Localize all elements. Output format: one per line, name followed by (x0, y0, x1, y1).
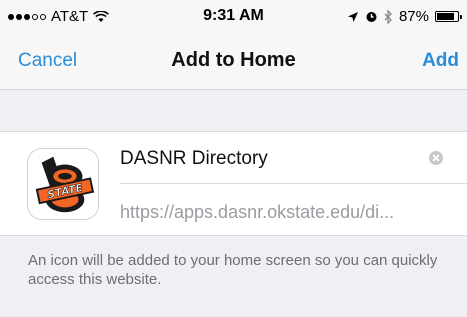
add-to-home-screen: AT&T 9:31 AM 87% Cancel Add to Home Add … (0, 0, 467, 317)
page-title: Add to Home (171, 49, 296, 71)
alarm-icon (366, 12, 377, 22)
bluetooth-icon (384, 9, 392, 24)
add-button[interactable]: Add (422, 50, 459, 72)
bookmark-name-input[interactable]: DASNR Directory (120, 148, 268, 170)
status-right: 87% (347, 8, 462, 25)
bookmark-form-card: STATE DASNR Directory https://apps.dasnr… (0, 131, 467, 236)
clear-text-icon[interactable] (429, 151, 443, 165)
osu-state-logo-icon: STATE (27, 148, 99, 220)
bookmark-url: https://apps.dasnr.okstate.edu/di... (120, 202, 395, 222)
location-arrow-icon (347, 11, 358, 22)
battery-icon (435, 11, 462, 22)
navigation-bar: Cancel Add to Home Add (0, 30, 467, 90)
battery-percent: 87% (398, 8, 429, 25)
status-bar: AT&T 9:31 AM 87% (0, 0, 467, 30)
add-to-home-hint: An icon will be added to your home scree… (28, 252, 438, 288)
bookmark-name-field[interactable]: DASNR Directory (120, 132, 467, 184)
battery-fill (437, 13, 455, 20)
